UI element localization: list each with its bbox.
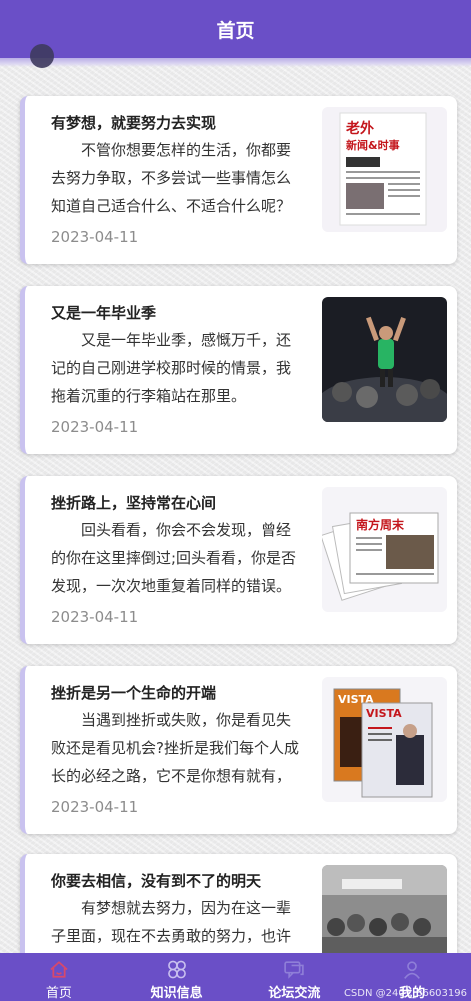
article-card[interactable]: 有梦想，就要努力去实现 不管你想要怎样的生活，你都要去努力争取，不多尝试一些事情… [20,96,457,264]
article-summary: 当遇到挫折或失败，你是看见失败还是看见机会?挫折是我们每个人成长的必经之路，它不… [51,711,299,785]
page-header: 首页 [0,0,471,58]
page-title: 首页 [216,19,255,42]
tab-forum[interactable]: 论坛交流 [236,953,354,1001]
article-thumbnail: 南方周末 [322,487,447,612]
article-thumbnail: 老外 新闻&时事 [322,107,447,232]
tab-label: 论坛交流 [268,986,321,1001]
article-card[interactable]: 挫折路上，坚持常在心间 回头看看，你会不会发现，曾经的你在这里摔倒过;回头看看，… [20,476,457,644]
article-title: 又是一年毕业季 [51,304,157,322]
floating-dot[interactable] [30,44,54,68]
article-date: 2023-04-11 [51,228,139,246]
article-title: 有梦想，就要努力去实现 [51,114,217,132]
article-date: 2023-04-11 [51,798,139,816]
article-thumbnail: VISTA VISTA [322,677,447,802]
article-date: 2023-04-11 [51,608,139,626]
article-card[interactable]: 挫折是另一个生命的开端 当遇到挫折或失败，你是看见失败还是看见机会?挫折是我们每… [20,666,457,834]
svg-text:老外: 老外 [346,120,374,137]
chat-icon [284,961,305,979]
tab-knowledge[interactable]: 知识信息 [118,953,236,1001]
header-divider [0,58,471,67]
home-icon [50,961,68,978]
user-icon [404,961,421,979]
tab-label: 首页 [45,986,72,1001]
article-summary: 回头看看，你会不会发现，曾经的你在这里摔倒过;回头看看，你是否发现，一次次地重复… [51,521,297,595]
article-card[interactable]: 又是一年毕业季 又是一年毕业季，感慨万千，还记的自己刚进学校那时候的情景，我拖着… [20,286,457,454]
watermark: CSDN @2401_86603196 [343,988,467,999]
article-title: 挫折是另一个生命的开端 [51,684,217,702]
article-summary: 不管你想要怎样的生活，你都要去努力争取，不多尝试一些事情怎么知道自己适合什么、不… [51,141,292,215]
article-thumbnail [322,297,447,422]
article-date: 2023-04-11 [51,418,139,436]
tab-home[interactable]: 首页 [0,953,118,1001]
article-title: 挫折路上，坚持常在心间 [51,494,217,512]
article-title: 你要去相信，没有到不了的明天 [51,872,262,890]
article-summary: 又是一年毕业季，感慨万千，还记的自己刚进学校那时候的情景，我拖着沉重的行李箱站在… [51,331,292,405]
svg-text:新闻&时事: 新闻&时事 [346,138,400,152]
svg-text:南方周末: 南方周末 [356,517,405,532]
tab-label: 知识信息 [150,986,203,1001]
clover-grid-icon [167,960,186,979]
svg-text:VISTA: VISTA [366,707,402,720]
